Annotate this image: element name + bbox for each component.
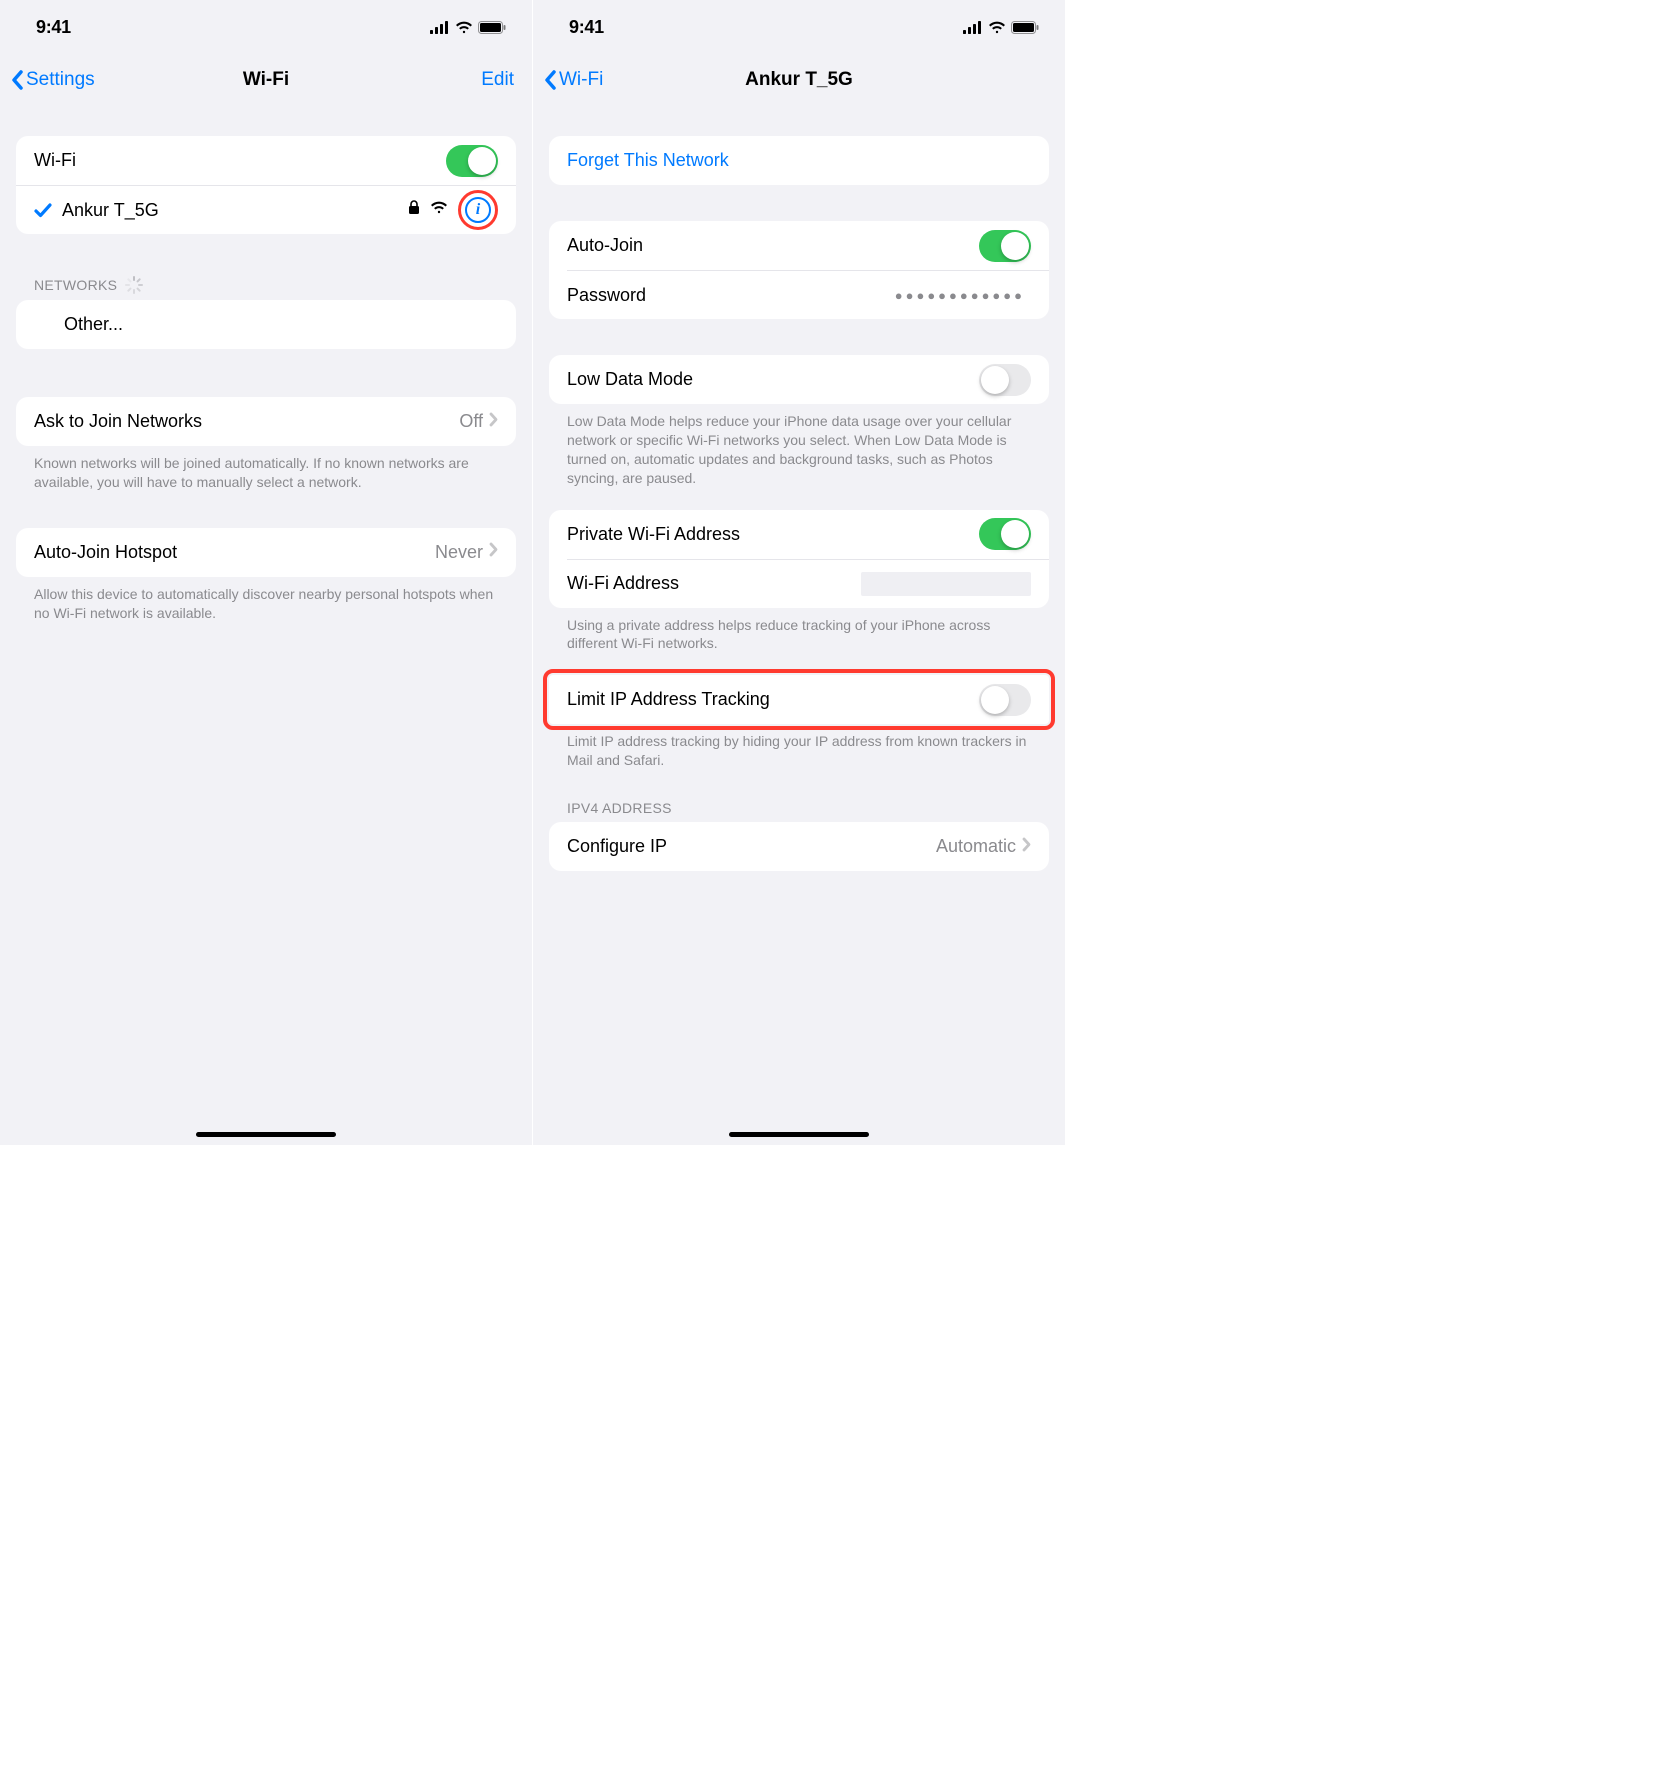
status-bar: 9:41 xyxy=(0,0,532,54)
status-bar: 9:41 xyxy=(533,0,1065,54)
wifi-signal-icon xyxy=(430,201,448,219)
ipv4-header-text: IPV4 ADDRESS xyxy=(567,800,672,816)
chevron-right-icon xyxy=(489,412,498,432)
limit-ip-footer: Limit IP address tracking by hiding your… xyxy=(549,724,1049,770)
password-label: Password xyxy=(567,285,895,306)
private-wifi-footer: Using a private address helps reduce tra… xyxy=(549,608,1049,654)
private-wifi-row[interactable]: Private Wi-Fi Address xyxy=(549,510,1049,559)
forget-group: Forget This Network xyxy=(549,136,1049,185)
cellular-icon xyxy=(963,21,983,34)
lowdata-row[interactable]: Low Data Mode xyxy=(549,355,1049,404)
lowdata-footer: Low Data Mode helps reduce your iPhone d… xyxy=(549,404,1049,488)
forget-network-row[interactable]: Forget This Network xyxy=(549,136,1049,185)
wifi-label: Wi-Fi xyxy=(34,150,446,171)
wifi-icon xyxy=(988,21,1006,34)
autojoin-hotspot-group: Auto-Join Hotspot Never xyxy=(16,528,516,577)
limit-ip-toggle[interactable] xyxy=(979,684,1031,716)
ask-join-footer: Known networks will be joined automatica… xyxy=(16,446,516,492)
lowdata-group: Low Data Mode xyxy=(549,355,1049,404)
autojoin-hotspot-footer: Allow this device to automatically disco… xyxy=(16,577,516,623)
autojoin-hotspot-label: Auto-Join Hotspot xyxy=(34,542,435,563)
wifi-master-group: Wi-Fi Ankur T_5G xyxy=(16,136,516,234)
content-scroll[interactable]: Wi-Fi Ankur T_5G xyxy=(0,106,532,1135)
content-scroll[interactable]: Forget This Network Auto-Join Password ●… xyxy=(533,106,1065,1145)
autojoin-hotspot-value: Never xyxy=(435,542,489,563)
autojoin-row[interactable]: Auto-Join xyxy=(549,221,1049,270)
ask-join-label: Ask to Join Networks xyxy=(34,411,459,432)
configure-ip-group: Configure IP Automatic xyxy=(549,822,1049,871)
chevron-right-icon xyxy=(1022,837,1031,857)
configure-ip-label: Configure IP xyxy=(567,836,936,857)
screen-wifi-list: 9:41 Settings Wi-Fi Edit Wi-Fi xyxy=(0,0,532,1145)
wifi-icon xyxy=(455,21,473,34)
battery-icon xyxy=(478,21,506,34)
cellular-icon xyxy=(430,21,450,34)
chevron-right-icon xyxy=(489,542,498,562)
ipv4-section-header: IPV4 ADDRESS xyxy=(549,800,1049,822)
back-label: Settings xyxy=(26,69,95,91)
chevron-left-icon xyxy=(543,69,557,91)
screen-network-detail: 9:41 Wi-Fi Ankur T_5G Forget This Networ… xyxy=(533,0,1065,1145)
home-indicator[interactable] xyxy=(729,1132,869,1137)
limit-ip-label: Limit IP Address Tracking xyxy=(567,689,979,710)
other-network-group: Other... xyxy=(16,300,516,349)
forget-network-label: Forget This Network xyxy=(567,150,1031,171)
wifi-address-label: Wi-Fi Address xyxy=(567,573,861,594)
connected-network-row[interactable]: Ankur T_5G i xyxy=(16,185,516,234)
ask-join-value: Off xyxy=(459,411,489,432)
loading-spinner-icon xyxy=(125,276,143,294)
status-time: 9:41 xyxy=(36,17,71,38)
nav-bar: Settings Wi-Fi Edit xyxy=(0,54,532,106)
info-button[interactable]: i xyxy=(465,197,491,223)
autojoin-toggle[interactable] xyxy=(979,230,1031,262)
networks-header-text: NETWORKS xyxy=(34,277,117,293)
private-addr-group: Private Wi-Fi Address Wi-Fi Address xyxy=(549,510,1049,608)
other-label: Other... xyxy=(64,314,498,335)
wifi-address-value-redacted xyxy=(861,572,1031,596)
wifi-address-row[interactable]: Wi-Fi Address xyxy=(567,559,1049,608)
status-icons xyxy=(963,21,1039,34)
battery-icon xyxy=(1011,21,1039,34)
back-button[interactable]: Wi-Fi xyxy=(543,69,603,91)
ask-join-group: Ask to Join Networks Off xyxy=(16,397,516,446)
autojoin-hotspot-row[interactable]: Auto-Join Hotspot Never xyxy=(16,528,516,577)
networks-section-header: NETWORKS xyxy=(16,276,516,300)
ask-join-row[interactable]: Ask to Join Networks Off xyxy=(16,397,516,446)
limit-ip-row[interactable]: Limit IP Address Tracking xyxy=(549,675,1049,724)
private-wifi-toggle[interactable] xyxy=(979,518,1031,550)
wifi-toggle[interactable] xyxy=(446,145,498,177)
configure-ip-row[interactable]: Configure IP Automatic xyxy=(549,822,1049,871)
network-status-icons: i xyxy=(408,190,498,230)
limit-ip-group-highlighted: Limit IP Address Tracking xyxy=(549,675,1049,724)
password-value: ●●●●●●●●●●●● xyxy=(895,288,1031,303)
autojoin-label: Auto-Join xyxy=(567,235,979,256)
edit-button[interactable]: Edit xyxy=(481,69,514,91)
lock-icon xyxy=(408,200,420,220)
chevron-left-icon xyxy=(10,69,24,91)
configure-ip-value: Automatic xyxy=(936,836,1022,857)
page-title: Ankur T_5G xyxy=(533,69,1065,91)
back-label: Wi-Fi xyxy=(559,69,603,91)
other-network-row[interactable]: Other... xyxy=(16,300,516,349)
private-wifi-label: Private Wi-Fi Address xyxy=(567,524,979,545)
wifi-toggle-row[interactable]: Wi-Fi xyxy=(16,136,516,185)
home-indicator[interactable] xyxy=(196,1132,336,1137)
dual-screenshot: 9:41 Settings Wi-Fi Edit Wi-Fi xyxy=(0,0,1065,1145)
password-row[interactable]: Password ●●●●●●●●●●●● xyxy=(567,270,1049,319)
connected-network-name: Ankur T_5G xyxy=(62,200,408,221)
status-icons xyxy=(430,21,506,34)
status-time: 9:41 xyxy=(569,17,604,38)
autojoin-password-group: Auto-Join Password ●●●●●●●●●●●● xyxy=(549,221,1049,319)
nav-bar: Wi-Fi Ankur T_5G xyxy=(533,54,1065,106)
info-highlight-ring: i xyxy=(458,190,498,230)
checkmark-icon xyxy=(30,202,56,218)
lowdata-label: Low Data Mode xyxy=(567,369,979,390)
back-button[interactable]: Settings xyxy=(10,69,95,91)
lowdata-toggle[interactable] xyxy=(979,364,1031,396)
